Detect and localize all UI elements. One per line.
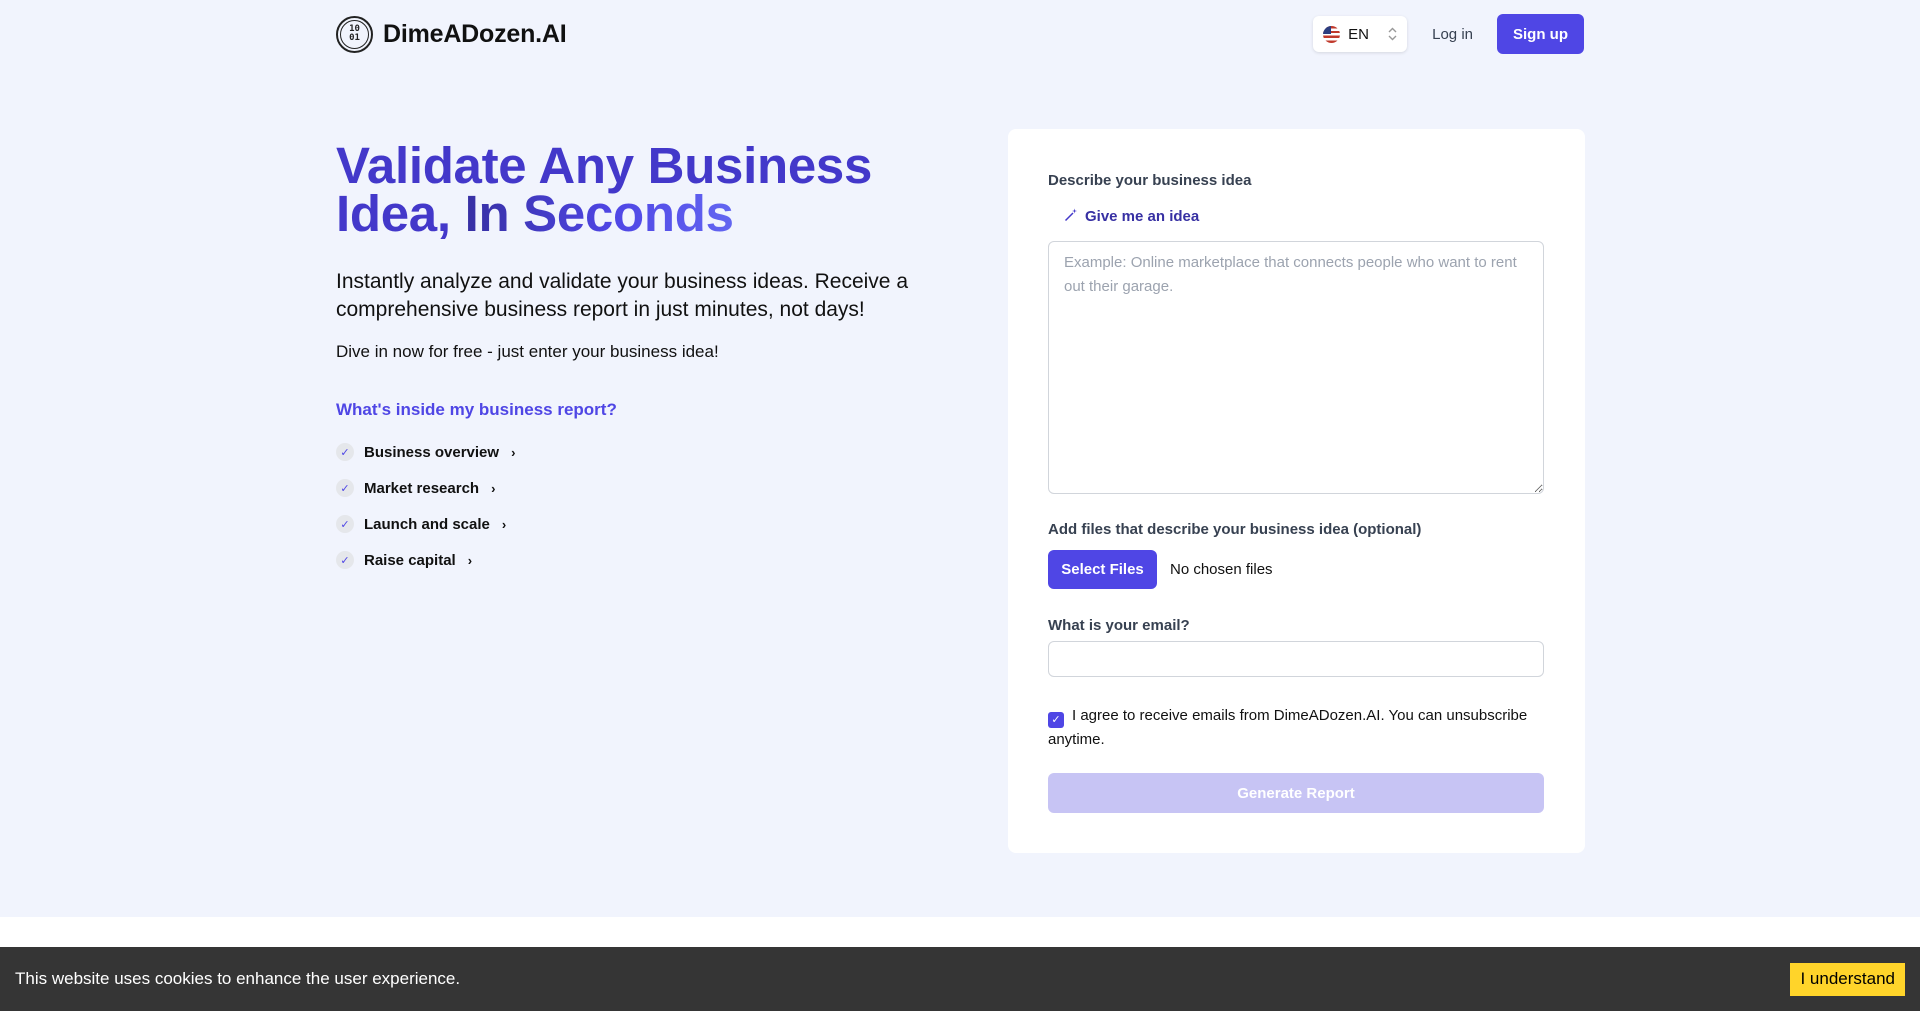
hero-cta-text: Dive in now for free - just enter your b… xyxy=(336,342,719,361)
report-item-launch-and-scale[interactable]: ✓ Launch and scale › xyxy=(336,506,956,542)
top-navbar: 10 01 DimeADozen.AI EN Log in Sign up xyxy=(336,13,1584,55)
cookie-text: This website uses cookies to enhance the… xyxy=(15,969,461,988)
generate-report-button[interactable]: Generate Report xyxy=(1048,773,1544,813)
select-files-button[interactable]: Select Files xyxy=(1048,550,1157,589)
report-item-market-research[interactable]: ✓ Market research › xyxy=(336,470,956,506)
language-select[interactable]: EN xyxy=(1313,16,1408,52)
nav-actions: EN Log in Sign up xyxy=(1313,14,1584,54)
chevron-right-icon: › xyxy=(511,444,516,460)
report-contents-list: ✓ Business overview › ✓ Market research … xyxy=(336,434,956,578)
file-status-text: No chosen files xyxy=(1170,561,1273,578)
brand-name: DimeADozen.AI xyxy=(383,19,567,48)
email-consent-row: ✓ I agree to receive emails from DimeADoz… xyxy=(1048,704,1544,752)
check-icon: ✓ xyxy=(336,515,354,533)
report-item-label: Launch and scale xyxy=(364,515,490,533)
idea-label: Describe your business idea xyxy=(1048,172,1252,189)
report-item-label: Business overview xyxy=(364,443,500,461)
check-icon: ✓ xyxy=(336,479,354,497)
chevron-right-icon: › xyxy=(467,552,473,568)
language-value: EN xyxy=(1348,25,1369,43)
page-title: Validate Any Business Idea, In Seconds xyxy=(336,140,956,239)
hero-background xyxy=(0,0,1920,917)
chevron-right-icon: › xyxy=(491,480,496,496)
brand-link[interactable]: 10 01 DimeADozen.AI xyxy=(336,15,567,53)
magic-wand-icon xyxy=(1064,207,1079,225)
coin-logo-icon: 10 01 xyxy=(336,15,373,53)
report-item-label: Market research xyxy=(364,479,480,497)
headline-part2: In Seconds xyxy=(464,185,734,242)
email-field[interactable] xyxy=(1048,641,1544,677)
file-upload-row: Select Files No chosen files xyxy=(1048,550,1273,589)
cookie-banner: This website uses cookies to enhance the… xyxy=(0,947,1920,1011)
idea-form-card: Describe your business idea Give me an i… xyxy=(1008,129,1585,853)
report-item-business-overview[interactable]: ✓ Business overview › xyxy=(336,434,956,470)
report-item-raise-capital[interactable]: ✓ Raise capital › xyxy=(336,542,956,578)
give-idea-button[interactable]: Give me an idea xyxy=(1064,207,1199,225)
hero-content: Validate Any Business Idea, In Seconds I… xyxy=(336,140,956,578)
chevron-updown-icon xyxy=(1388,27,1397,41)
check-icon: ✓ xyxy=(336,551,354,569)
files-label: Add files that describe your business id… xyxy=(1048,521,1422,538)
report-contents-title: What's inside my business report? xyxy=(336,400,617,419)
give-idea-label: Give me an idea xyxy=(1085,207,1200,225)
chevron-right-icon: › xyxy=(501,516,507,532)
check-icon: ✓ xyxy=(336,443,354,461)
login-link[interactable]: Log in xyxy=(1432,26,1473,43)
report-item-label: Raise capital xyxy=(364,551,456,569)
us-flag-icon xyxy=(1323,25,1341,43)
cookie-accept-button[interactable]: I understand xyxy=(1790,962,1905,996)
consent-checkbox[interactable]: ✓ xyxy=(1048,712,1064,728)
signup-button[interactable]: Sign up xyxy=(1497,14,1584,54)
email-label: What is your email? xyxy=(1048,617,1190,634)
consent-text: I agree to receive emails from DimeADoze… xyxy=(1048,707,1528,748)
hero-subheading: Instantly analyze and validate your busi… xyxy=(336,270,909,321)
business-idea-textarea[interactable] xyxy=(1048,241,1544,494)
